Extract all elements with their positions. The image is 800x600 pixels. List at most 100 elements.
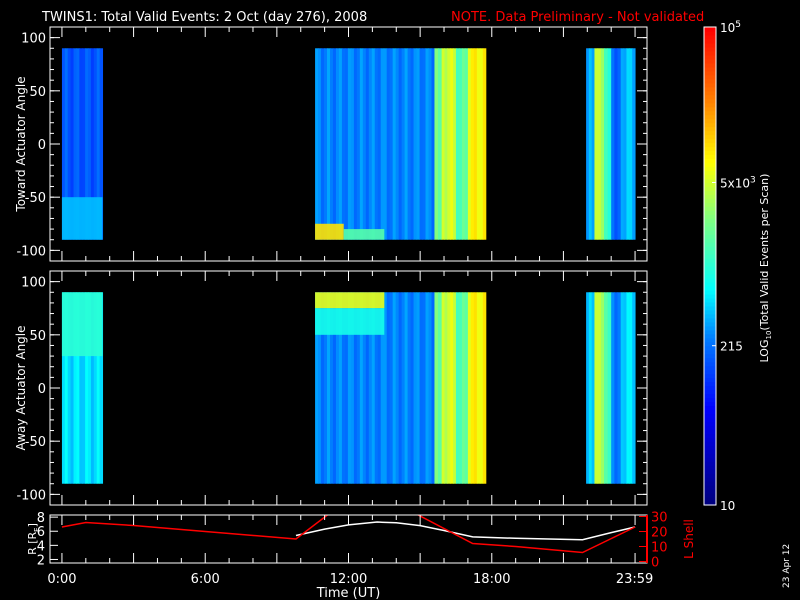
colorbar-cell — [704, 202, 716, 207]
spectrogram-cell — [315, 48, 319, 240]
colorbar-cell — [704, 106, 716, 112]
series-l-shell-b — [416, 515, 636, 554]
spectrogram-cell — [473, 292, 478, 484]
spectrogram-cell — [458, 48, 463, 240]
spectrogram-feature — [61, 197, 103, 240]
colorbar-cell — [704, 337, 716, 343]
spectrogram-cell — [444, 48, 448, 240]
spectrogram-cell — [380, 48, 385, 240]
plot-title: TWINS1: Total Valid Events: 2 Oct (day 2… — [41, 10, 367, 25]
spectrogram-cell — [450, 292, 454, 484]
colorbar-cell — [704, 385, 716, 391]
colorbar-cell — [704, 405, 716, 410]
colorbar-cell — [704, 425, 716, 430]
y-tick-label: -100 — [16, 488, 46, 503]
y-tick-label: 50 — [29, 85, 46, 100]
spectrogram-cell — [404, 48, 409, 240]
spectrogram-cell — [458, 292, 463, 484]
spectrogram-cell — [416, 292, 421, 484]
series-r — [295, 521, 636, 541]
colorbar-cell — [704, 182, 716, 187]
colorbar-cell — [704, 130, 716, 136]
spectrogram-cell — [597, 48, 602, 240]
y-axis-label: Away Actuator Angle — [14, 325, 28, 450]
colorbar-cell — [704, 325, 716, 331]
colorbar-cell — [704, 381, 716, 387]
spectrogram-cell — [422, 292, 427, 484]
spectrogram-cell — [383, 48, 388, 240]
colorbar-cell — [704, 333, 716, 339]
spectrogram-cell — [617, 48, 622, 240]
spectrogram-cell — [395, 292, 400, 484]
panel-toward: 100500-50-100Toward Actuator Angle — [14, 26, 648, 262]
spectrogram-cell — [600, 292, 605, 484]
spectrogram-cell — [365, 48, 370, 240]
spectrogram-cell — [335, 48, 340, 240]
x-tick-label: 23:59 — [616, 572, 653, 587]
spectrogram-cell — [441, 48, 445, 240]
x-tick-label: 6:00 — [191, 572, 220, 587]
spectrogram-cell — [447, 292, 451, 484]
spectrogram-cell — [453, 48, 457, 240]
spectrogram-cell — [604, 292, 609, 484]
spectrogram-cell — [413, 48, 418, 240]
colorbar-cell — [704, 285, 716, 291]
spectrogram-cell — [632, 292, 636, 484]
spectrogram-cell — [407, 292, 412, 484]
spectrogram-cell — [614, 292, 619, 484]
spectrogram-cell — [422, 48, 427, 240]
spectrogram-cell — [428, 292, 432, 484]
colorbar-cell — [704, 457, 716, 462]
y-tick-label: -100 — [16, 244, 46, 259]
colorbar-cell — [704, 242, 716, 247]
spectrogram-cell — [623, 292, 627, 484]
y2-axis-label: L Shell — [682, 519, 696, 559]
colorbar-cell — [704, 154, 716, 160]
colorbar-cell — [704, 50, 716, 56]
y-tick-label: 0 — [38, 382, 46, 397]
colorbar-cell — [704, 433, 716, 438]
colorbar-cell — [704, 110, 716, 116]
spectrogram-cell — [324, 48, 328, 240]
spectrogram-cell — [389, 48, 394, 240]
spectrogram-cell — [611, 48, 615, 240]
spectrogram-cell — [386, 48, 391, 240]
colorbar-cell — [704, 277, 716, 283]
y-axis-label: Toward Actuator Angle — [14, 76, 28, 212]
spectrogram-cell — [425, 48, 429, 240]
spectrogram-cell — [473, 48, 478, 240]
spectrogram-cell — [607, 292, 612, 484]
colorbar-cell — [704, 58, 716, 64]
spectrogram-cell — [626, 292, 630, 484]
colorbar-cell — [704, 301, 716, 307]
spectrogram-cell — [434, 48, 439, 240]
colorbar-cell — [704, 345, 716, 351]
spectrogram-cell — [470, 292, 475, 484]
spectrogram-cell — [594, 292, 599, 484]
y2-tick-label: 30 — [651, 511, 668, 526]
colorbar-cell — [704, 305, 716, 311]
spectrogram-feature — [343, 229, 385, 240]
spectrogram-cell — [413, 292, 418, 484]
spectrogram-cell — [600, 48, 605, 240]
colorbar-cell — [704, 34, 716, 40]
spectrogram-cell — [479, 292, 484, 484]
spectrogram-cell — [377, 48, 382, 240]
colorbar-cell — [704, 66, 716, 72]
colorbar-tick-label: 215 — [720, 340, 743, 354]
spectrogram-cell — [464, 292, 469, 484]
spectrogram-cell — [604, 48, 609, 240]
spectrogram-cell — [401, 48, 406, 240]
colorbar-cell — [704, 289, 716, 295]
spectrogram-cell — [620, 292, 625, 484]
spectrogram-cell — [329, 48, 334, 240]
colorbar-cell — [704, 357, 716, 363]
colorbar: 10 215 5x103 105 LOG10(Total Valid Events pe… — [703, 20, 773, 513]
colorbar-cell — [704, 313, 716, 319]
spectrogram-cell — [398, 48, 403, 240]
spectrogram-cell — [447, 48, 451, 240]
date-stamp: 23 Apr 12 — [782, 544, 792, 588]
colorbar-cell — [704, 78, 716, 84]
colorbar-cell — [704, 94, 716, 100]
colorbar-cell — [704, 102, 716, 108]
